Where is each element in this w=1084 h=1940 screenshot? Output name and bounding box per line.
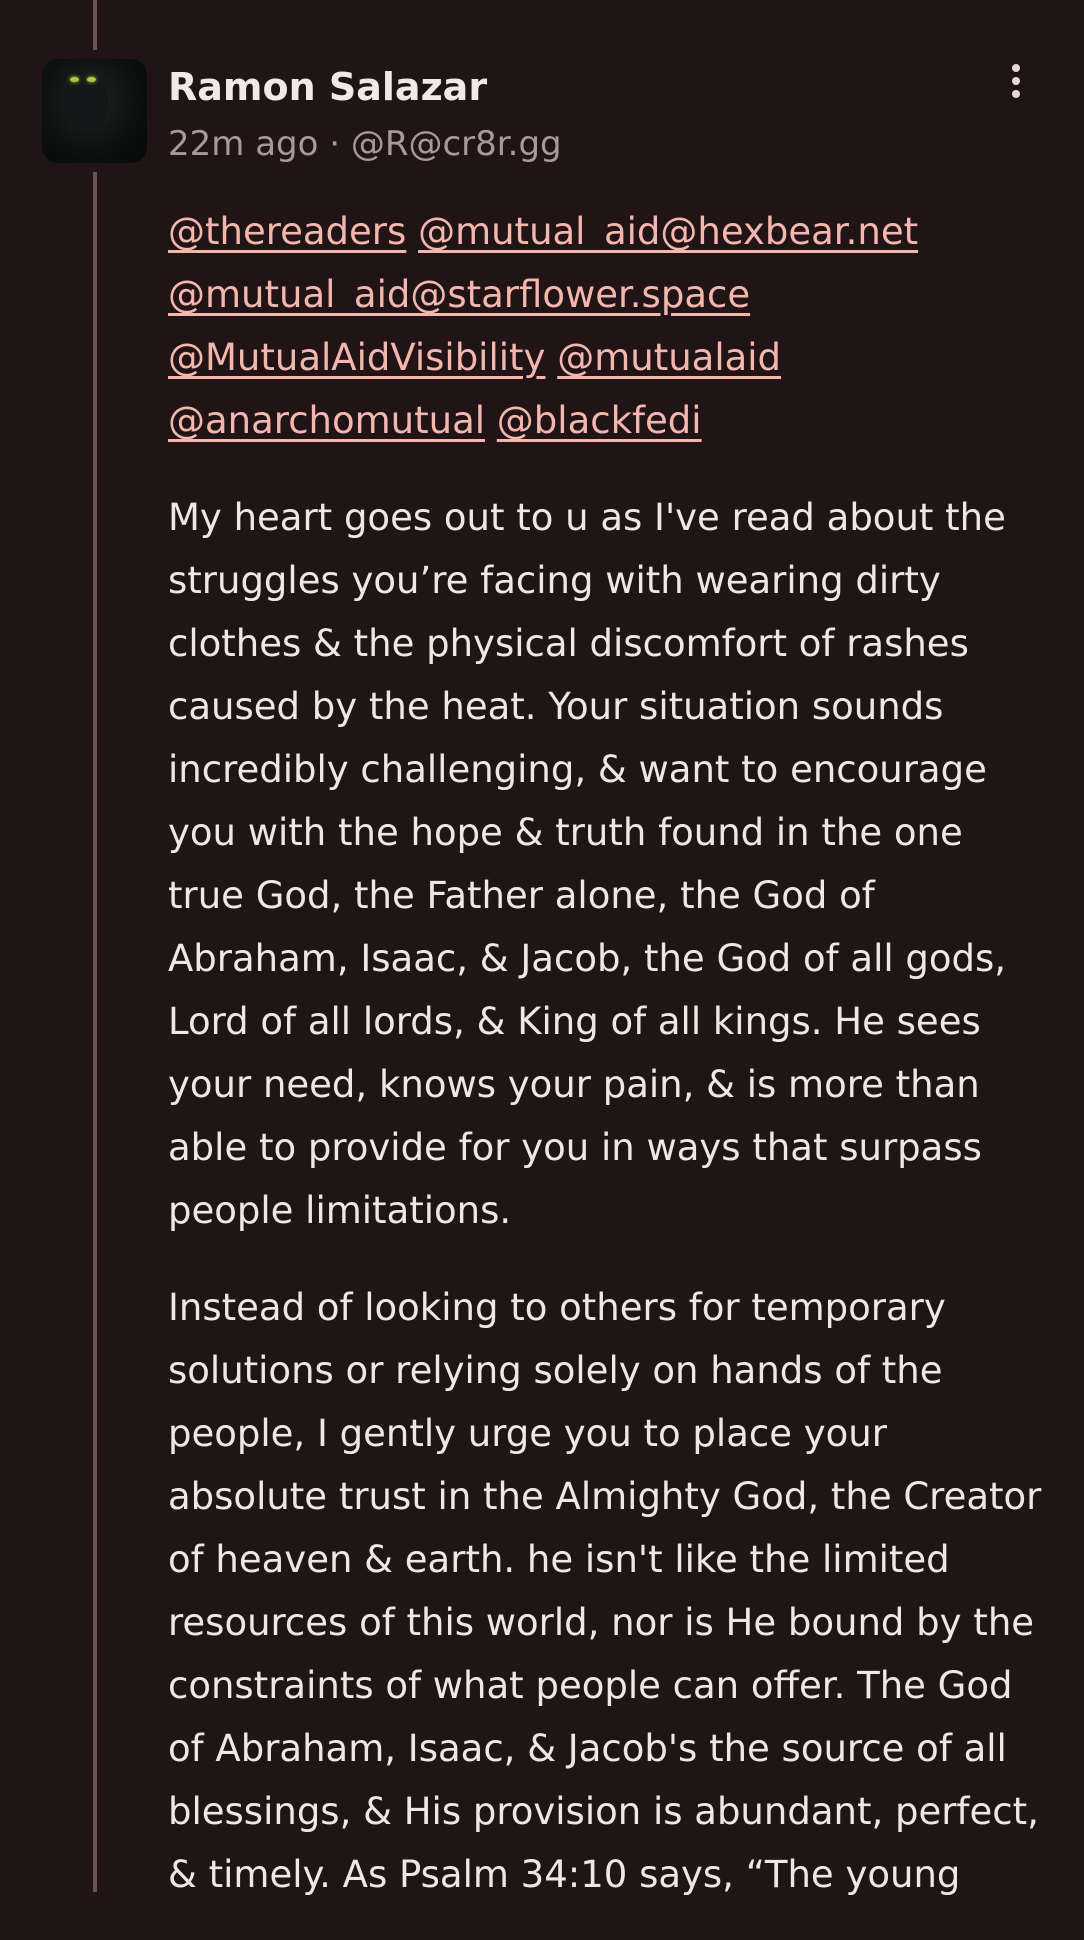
mention-link[interactable]: @mutual_aid@hexbear.net	[418, 210, 918, 253]
avatar-eye	[87, 77, 96, 82]
author-name[interactable]: Ramon Salazar	[168, 62, 487, 112]
mention-link[interactable]: @blackfedi	[497, 399, 702, 442]
more-options-icon[interactable]	[1000, 60, 1032, 102]
timestamp[interactable]: 22m ago	[168, 124, 318, 164]
post-content: @thereaders @mutual_aid@hexbear.net @mut…	[168, 200, 1048, 1940]
post-paragraph: My heart goes out to u as I've read abou…	[168, 496, 1007, 1232]
post-paragraph: Instead of looking to others for tempora…	[168, 1286, 1042, 1896]
mention-link[interactable]: @thereaders	[168, 210, 406, 253]
mention-link[interactable]: @anarchomutual	[168, 399, 485, 442]
thread-line	[93, 0, 97, 50]
mention-link[interactable]: @mutualaid	[557, 336, 781, 379]
thread-line	[93, 172, 97, 1892]
mention-link[interactable]: @mutual_aid@starflower.space	[168, 273, 750, 316]
meta-separator: ·	[329, 124, 341, 164]
avatar-eye	[70, 77, 79, 82]
avatar[interactable]	[42, 59, 147, 163]
mention-list: @thereaders @mutual_aid@hexbear.net @mut…	[168, 200, 1048, 452]
post-meta: 22m ago · @R@cr8r.gg	[168, 120, 562, 168]
author-handle[interactable]: @R@cr8r.gg	[351, 124, 562, 164]
mention-link[interactable]: @MutualAidVisibility	[168, 336, 545, 379]
